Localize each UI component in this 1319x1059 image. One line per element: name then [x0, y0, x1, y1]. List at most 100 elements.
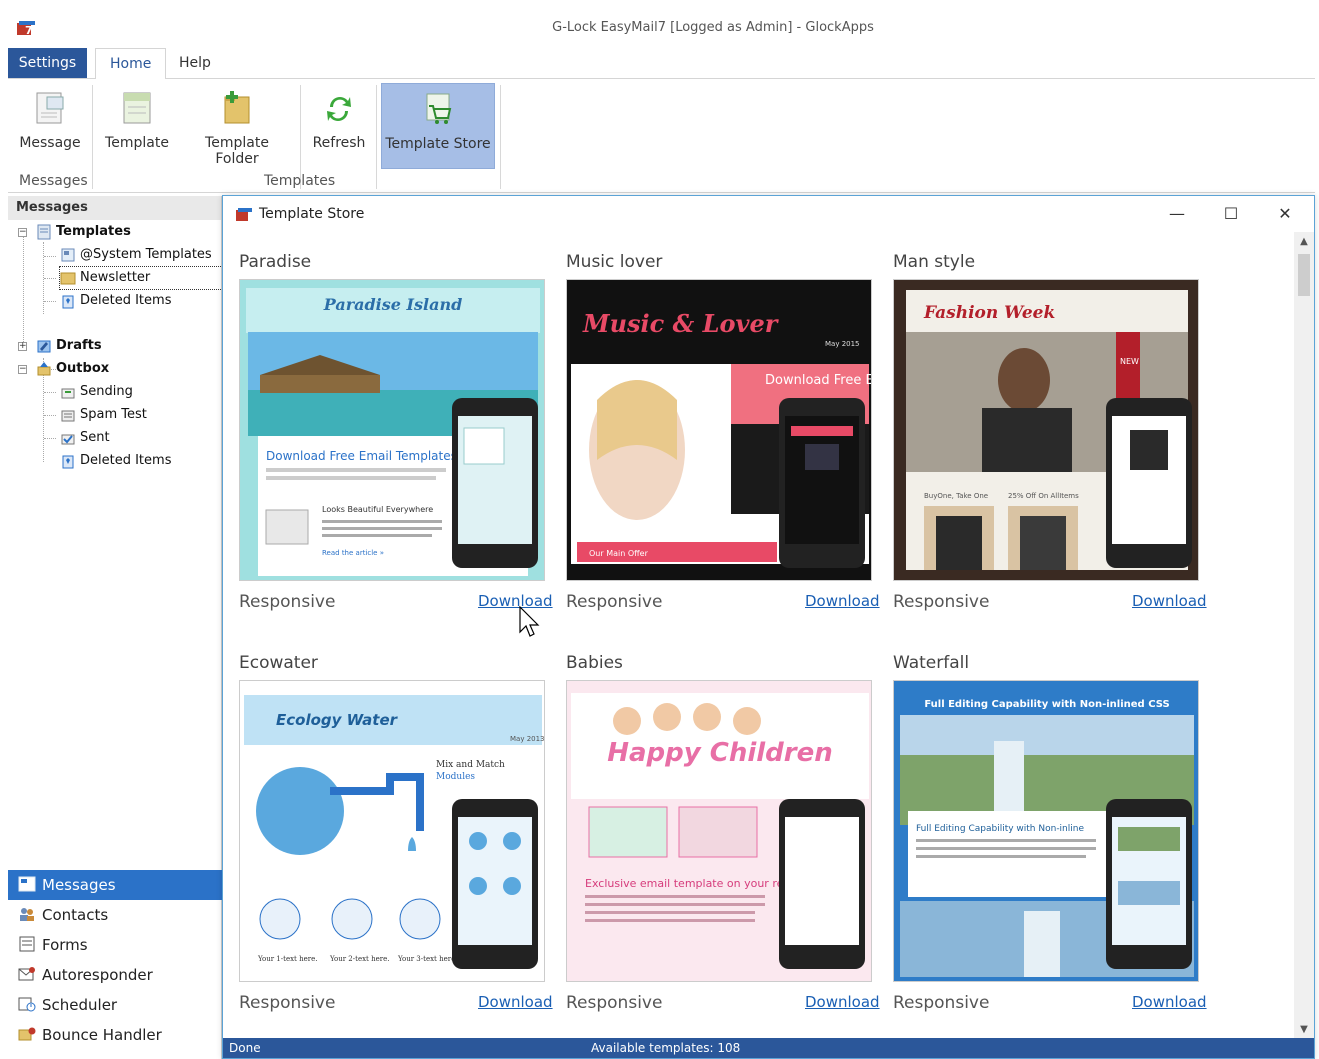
minimize-button[interactable]: — [1154, 202, 1200, 226]
template-button-label: Template [105, 135, 169, 151]
svg-text:Download Free Email Templates: Download Free Email Templates [765, 373, 872, 388]
svg-text:Music & Lover: Music & Lover [582, 309, 780, 338]
tree-item-system-templates[interactable]: @System Templates [60, 244, 212, 266]
template-preview[interactable]: Happy Children Exclusive email template … [566, 680, 872, 982]
download-link[interactable]: Download [805, 993, 880, 1011]
maximize-button[interactable]: ☐ [1208, 202, 1254, 226]
title-bar: 7 G-Lock EasyMail7 [Logged as Admin] - G… [0, 0, 1319, 48]
group-separator [92, 85, 93, 189]
expand-toggle[interactable]: + [18, 342, 27, 351]
left-panel: Messages − Templates @System Templates N… [8, 196, 223, 1059]
template-store-button[interactable]: Template Store [381, 83, 495, 169]
tab-home[interactable]: Home [95, 48, 167, 80]
nav-label: Autoresponder [42, 966, 153, 984]
mouse-cursor-icon [519, 606, 540, 637]
nav-forms[interactable]: Forms [8, 930, 222, 960]
nav-bounce-handler[interactable]: Bounce Handler [8, 1020, 222, 1050]
paradise-preview-image: Paradise Island Download Free Email Temp… [240, 280, 544, 580]
shopping-cart-icon [426, 93, 452, 124]
template-name: Waterfall [893, 653, 970, 673]
man-style-preview-image: Fashion Week NEW BuyOne, Take One 25% Of… [894, 280, 1198, 580]
tree-item-newsletter[interactable]: Newsletter [59, 266, 223, 290]
collapse-toggle[interactable]: − [18, 228, 27, 237]
tree-item-label: @System Templates [80, 247, 212, 262]
tree-item-sending[interactable]: Sending [60, 381, 133, 403]
status-bar: Done Available templates: 108 [223, 1038, 1314, 1058]
app-logo-icon [236, 208, 252, 221]
tree-item-label: Sending [80, 384, 133, 399]
tree-item-label: Newsletter [80, 270, 151, 285]
group-label-messages: Messages [19, 173, 88, 189]
scrollbar-thumb[interactable] [1298, 254, 1310, 296]
template-type: Responsive [893, 592, 990, 612]
template-preview[interactable]: Full Editing Capability with Non-inlined… [893, 680, 1199, 982]
nav-label: Scheduler [42, 996, 118, 1014]
nav-scheduler[interactable]: Scheduler [8, 990, 222, 1020]
scroll-down-icon[interactable]: ▼ [1294, 1020, 1314, 1040]
messages-icon [18, 876, 36, 892]
nav-autoresponder[interactable]: Autoresponder [8, 960, 222, 990]
autoresponder-icon [18, 967, 35, 981]
message-button[interactable]: Message [14, 83, 86, 169]
svg-text:May 2015: May 2015 [825, 340, 860, 348]
template-preview[interactable]: Fashion Week NEW BuyOne, Take One 25% Of… [893, 279, 1199, 581]
tab-help[interactable]: Help [165, 48, 225, 79]
refresh-button[interactable]: Refresh [308, 83, 370, 169]
nav-label: Contacts [42, 906, 109, 924]
contacts-icon [20, 908, 34, 921]
template-preview[interactable]: Ecology Water May 2013 Mix and Match Mod… [239, 680, 545, 982]
tree-item-drafts[interactable]: Drafts [36, 335, 102, 357]
template-folder-button[interactable]: Template Folder [182, 83, 292, 169]
tree-item-deleted-items[interactable]: Deleted Items [60, 290, 171, 312]
tree-item-spam-test[interactable]: Spam Test [60, 404, 147, 426]
download-link[interactable]: Download [478, 592, 553, 610]
nav-label: Messages [42, 876, 116, 894]
group-separator [376, 85, 377, 189]
folder-icon [60, 272, 76, 284]
template-preview[interactable]: Music & Lover May 2015 Download Free Ema… [566, 279, 872, 581]
refresh-icon [327, 97, 351, 121]
babies-preview-image: Happy Children Exclusive email template … [567, 681, 871, 981]
template-name: Ecowater [239, 653, 318, 673]
scroll-up-icon[interactable]: ▲ [1294, 232, 1314, 252]
tree-item-deleted-items-outbox[interactable]: Deleted Items [60, 450, 171, 472]
template-preview[interactable]: Paradise Island Download Free Email Temp… [239, 279, 545, 581]
svg-text:Read the article »: Read the article » [322, 549, 384, 557]
template-type: Responsive [893, 993, 990, 1013]
new-template-icon [123, 92, 151, 124]
svg-text:Your 3-text here.: Your 3-text here. [397, 955, 457, 963]
tree-item-label: Sent [80, 430, 110, 445]
bounce-handler-icon [18, 1027, 36, 1041]
download-link[interactable]: Download [478, 993, 553, 1011]
tree-item-sent[interactable]: Sent [60, 427, 110, 449]
close-button[interactable]: ✕ [1262, 202, 1308, 226]
tab-settings[interactable]: Settings [8, 48, 87, 78]
template-button[interactable]: Template [100, 83, 174, 169]
group-label-templates: Templates [264, 173, 336, 189]
download-link[interactable]: Download [1132, 592, 1207, 610]
status-text: Done [229, 1041, 261, 1055]
template-type: Responsive [566, 993, 663, 1013]
svg-text:Ecology Water: Ecology Water [276, 711, 399, 729]
app-logo-icon: 7 [17, 21, 35, 37]
nav-contacts[interactable]: Contacts [8, 900, 222, 930]
svg-text:Exclusive email template on yo: Exclusive email template on your re [585, 877, 784, 890]
download-link[interactable]: Download [805, 592, 880, 610]
template-type: Responsive [239, 592, 336, 612]
template-name: Paradise [239, 252, 312, 272]
nav-messages[interactable]: Messages [8, 870, 222, 900]
collapse-toggle[interactable]: − [18, 365, 27, 374]
svg-text:Download Free Email Templates: Download Free Email Templates [266, 449, 457, 463]
nav-label: Forms [42, 936, 88, 954]
tree-item-outbox[interactable]: Outbox [36, 358, 109, 380]
svg-text:May 2013: May 2013 [510, 735, 545, 743]
window-title: G-Lock EasyMail7 [Logged as Admin] - Glo… [552, 20, 874, 35]
tree-item-templates[interactable]: Templates [36, 221, 131, 243]
scheduler-icon [18, 997, 36, 1012]
download-link[interactable]: Download [1132, 993, 1207, 1011]
vertical-scrollbar[interactable]: ▲ ▼ [1294, 232, 1314, 1040]
tree-item-label: Deleted Items [80, 293, 172, 308]
dialog-title: Template Store [259, 206, 365, 222]
template-store-button-label: Template Store [385, 136, 491, 152]
svg-text:Modules: Modules [436, 772, 475, 782]
